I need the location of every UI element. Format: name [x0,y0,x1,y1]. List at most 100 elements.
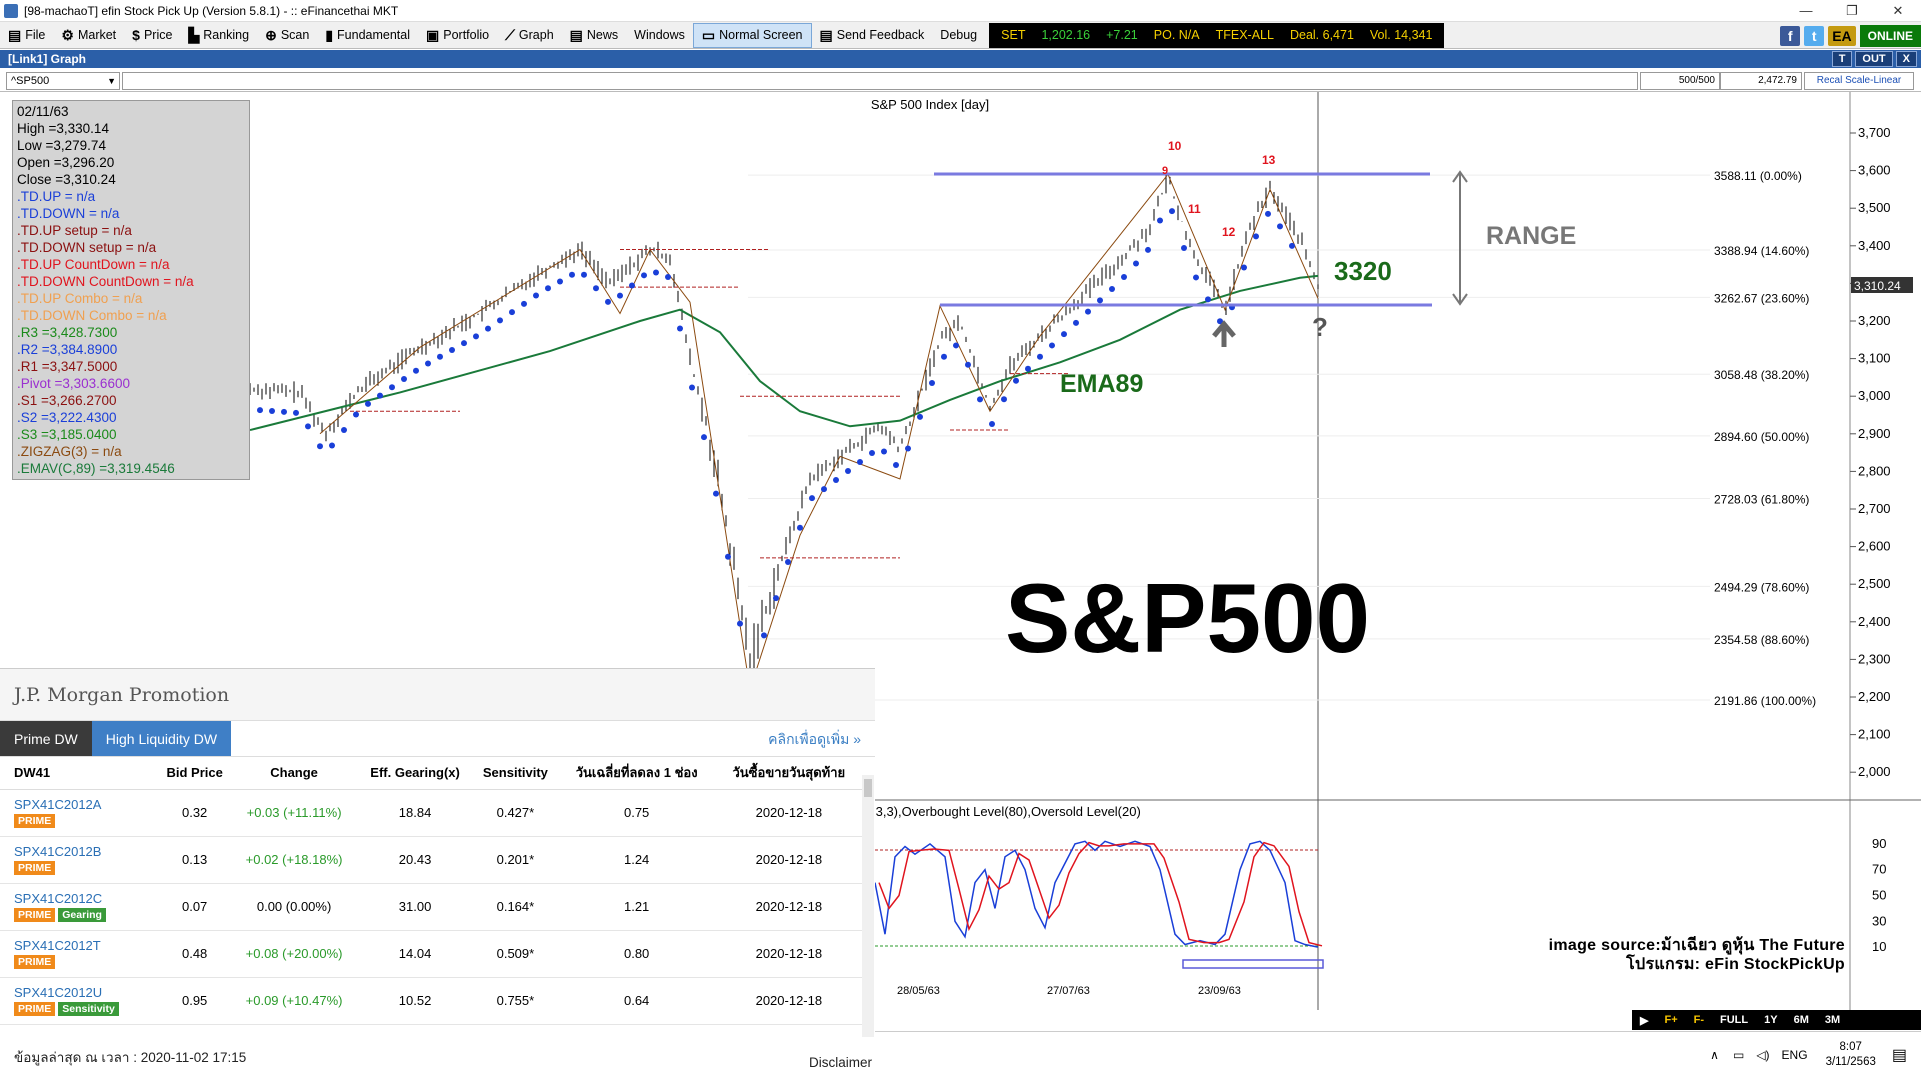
menu-file[interactable]: ▤ File [0,23,53,48]
clock-date: 3/11/2563 [1825,1056,1876,1068]
disclaimer-link[interactable]: Disclaimer [809,1055,875,1070]
dw-last-cell: 2020-12-18 [715,789,862,837]
range-3m-button[interactable]: 3M [1817,1014,1848,1026]
price-tick-label: 2,000 [1858,764,1891,779]
td-marker [485,325,491,332]
td-count-9: 9 [1162,165,1168,177]
table-row[interactable]: SPX41C2012U PRIME Sensitivity 0.95 +0.09 (+1… [0,977,862,1025]
symbol-bar: ^SP500 ▼ 500/500 2,472.79 Recal Scale-Lin… [0,70,1921,92]
range-6m-button[interactable]: 6M [1786,1014,1817,1026]
td-marker [545,285,551,292]
td-marker [905,445,911,452]
td-marker [617,292,623,299]
dw-bid-cell: 0.13 [158,836,232,884]
table-row[interactable]: SPX41C2012T PRIME 0.48 +0.08 (+20.00%) 14.04… [0,930,862,978]
td-marker [461,340,467,347]
td-marker [413,367,419,374]
panel-close-button[interactable]: X [1895,51,1917,67]
td-marker [629,282,635,289]
panel-t-button[interactable]: T [1831,51,1853,67]
range-1y-button[interactable]: 1Y [1756,1014,1785,1026]
menu-normal-screen[interactable]: ▭ Normal Screen [692,22,812,48]
menu-market[interactable]: ⚙ Market [53,23,124,48]
dw-name-link[interactable]: SPX41C2012A [14,797,158,812]
menu-portfolio[interactable]: ▣ Portfolio [418,23,497,48]
info-line: .TD.DOWN CountDown = n/a [17,274,194,289]
minimize-button[interactable]: — [1783,0,1829,22]
notification-icon[interactable]: ▤ [1892,1045,1907,1065]
zoom-in-button[interactable]: F+ [1656,1014,1685,1026]
dw-name-link[interactable]: SPX41C2012T [14,938,158,953]
recal-scale-button[interactable]: Recal Scale-Linear [1804,72,1914,90]
menu-price[interactable]: $ Price [124,23,180,48]
menu-graph[interactable]: ⟋ Graph [497,23,562,48]
menu-news[interactable]: ▤ News [562,23,627,48]
dw-tag: PRIME [14,908,56,922]
td-marker [989,421,995,428]
scrollbar-thumb[interactable] [864,779,872,797]
bar-chart-icon: ▮ [325,26,334,43]
symbol-select[interactable]: ^SP500 ▼ [6,72,120,90]
twitter-icon[interactable]: t [1804,26,1825,46]
close-button[interactable]: ✕ [1875,0,1921,22]
scroll-right-icon[interactable]: ▶ [1632,1014,1656,1027]
td-marker [1049,342,1055,349]
panel-out-button[interactable]: OUT [1855,51,1893,67]
dw-days-cell: 1.21 [557,883,716,931]
fib-level-label: 2494.29 (78.60%) [1714,580,1809,594]
td-marker [713,490,719,497]
td-marker [725,553,731,560]
info-line: .EMAV(C,89) =3,319.4546 [17,461,175,476]
table-scrollbar[interactable] [862,775,874,1037]
table-row[interactable]: SPX41C2012B PRIME 0.13 +0.02 (+18.18%) 20.43… [0,836,862,884]
col-sensitivity: Sensitivity [473,757,558,790]
price-tick-label: 2,100 [1858,727,1891,742]
td-marker [377,392,383,399]
dw-last-cell: 2020-12-18 [715,977,862,1025]
chevron-up-icon[interactable]: ∧ [1710,1048,1719,1062]
info-line: .R1 =3,347.5000 [17,359,118,374]
td-marker [557,278,563,285]
table-header-row: DW41 Bid Price Change Eff. Gearing(x) Se… [0,757,862,790]
volume-icon[interactable]: ◁) [1756,1048,1769,1062]
menu-debug[interactable]: Debug [932,23,985,48]
td-marker [449,346,455,353]
restore-button[interactable]: ❐ [1829,0,1875,22]
language-indicator[interactable]: ENG [1782,1048,1808,1062]
zoom-out-button[interactable]: F- [1686,1014,1712,1026]
stoch-tick-label: 90 [1872,836,1886,851]
ea-badge[interactable]: EA [1828,26,1856,46]
price-tick-label: 3,700 [1858,125,1891,140]
clock[interactable]: 8:07 3/11/2563 [1826,1040,1876,1070]
td-marker [857,459,863,465]
info-line: Low =3,279.74 [17,138,106,153]
dw-name-link[interactable]: SPX41C2012U [14,985,158,1000]
file-icon: ▤ [8,26,22,43]
menu-ranking[interactable]: ▙ Ranking [180,23,257,48]
dw-table: DW41 Bid Price Change Eff. Gearing(x) Se… [0,757,862,1025]
network-icon[interactable]: ▭ [1733,1048,1744,1062]
menu-send-feedback[interactable]: ▤ Send Feedback [812,23,933,48]
table-row[interactable]: SPX41C2012A PRIME 0.32 +0.03 (+11.11%) 18.84… [0,789,862,837]
td-marker [641,272,647,279]
dw-name-link[interactable]: SPX41C2012C [14,891,158,906]
dw-cell: SPX41C2012C PRIME Gearing [0,883,159,931]
menu-scan[interactable]: ⊕ Scan [257,23,317,48]
td-marker [329,442,335,449]
table-row[interactable]: SPX41C2012C PRIME Gearing 0.07 0.00 (0.00%) 3… [0,883,862,931]
td-marker [977,396,983,403]
col-change: Change [231,757,357,790]
symbol-input-field[interactable] [122,72,1638,90]
tab-high-liquidity-dw[interactable]: High Liquidity DW [91,721,232,756]
menu-windows[interactable]: Windows [626,23,693,48]
dw-name-link[interactable]: SPX41C2012B [14,844,158,859]
facebook-icon[interactable]: f [1780,26,1801,46]
timeframe-bar: ▶ F+ F- FULL 1Y 6M 3M [1632,1010,1921,1030]
range-full-button[interactable]: FULL [1712,1014,1756,1026]
see-more-link[interactable]: คลิกเพื่อดูเพิ่ม » [768,721,861,757]
menu-fundamental[interactable]: ▮ Fundamental [317,23,418,48]
dw-change-cell: +0.08 (+20.00%) [231,930,357,978]
td-marker [1025,365,1031,372]
tab-prime-dw[interactable]: Prime DW [0,721,92,756]
td-marker [257,407,263,414]
